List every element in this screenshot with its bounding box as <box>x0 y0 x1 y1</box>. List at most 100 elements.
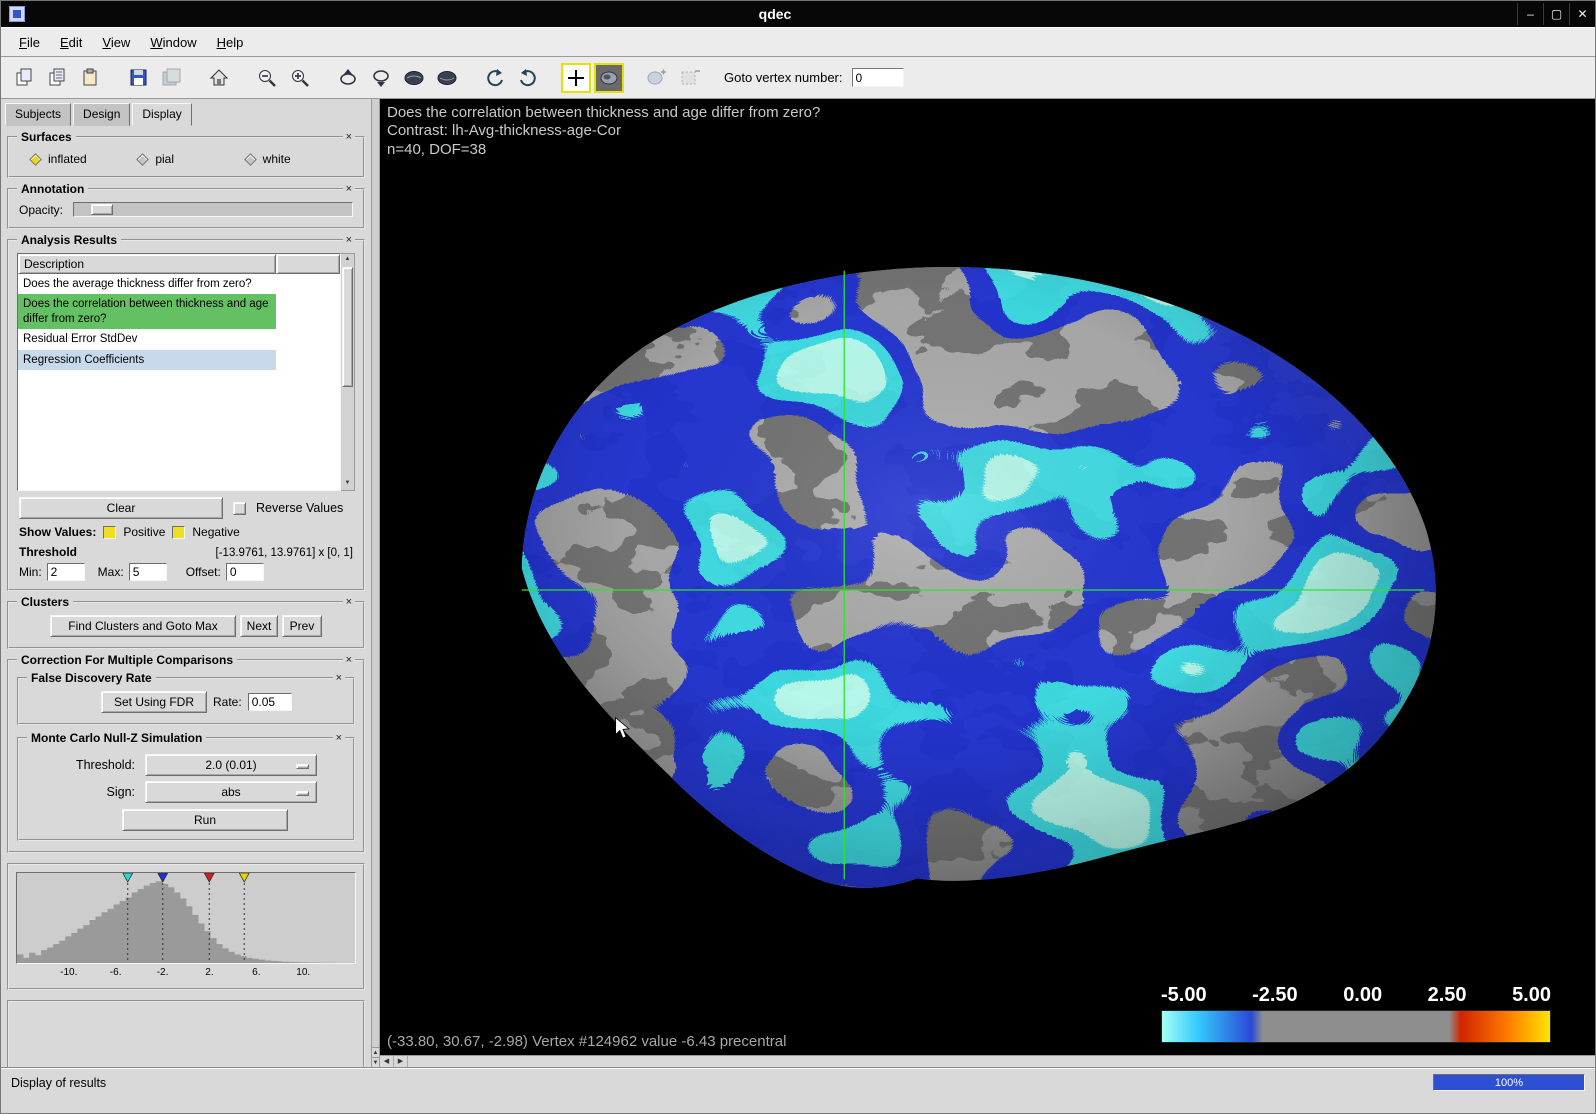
panel-scrollbar[interactable]: ▲ ▼ <box>371 99 380 1067</box>
negative-checkbox[interactable] <box>172 526 185 539</box>
result-row-label: Does the correlation between thickness a… <box>18 294 276 329</box>
tab-subjects[interactable]: Subjects <box>5 103 71 126</box>
toolbar: Goto vertex number: <box>1 57 1595 99</box>
max-input[interactable] <box>129 563 167 581</box>
table-scrollbar[interactable]: ▲ ▼ <box>341 253 355 491</box>
min-input[interactable] <box>47 563 85 581</box>
rotate-right-view-icon <box>436 69 458 87</box>
panel-scroll-down-icon[interactable]: ▼ <box>372 1057 379 1067</box>
column-header-description[interactable]: Description <box>18 254 276 274</box>
colorbar-label: 0.00 <box>1343 984 1382 1007</box>
table-row[interactable]: Residual Error StdDev <box>18 329 340 349</box>
histogram-tick-label: 10. <box>296 967 310 978</box>
copy-layout-button[interactable] <box>42 63 72 93</box>
rotate-down-button[interactable] <box>366 63 396 93</box>
frame-close-icon[interactable]: × <box>343 131 355 143</box>
rate-input[interactable] <box>248 693 292 711</box>
hscroll-right-icon[interactable]: ▶ <box>394 1056 408 1067</box>
frame-close-icon[interactable]: × <box>343 596 355 608</box>
frame-close-icon[interactable]: × <box>333 672 345 684</box>
rotate-right-view-button[interactable] <box>432 63 462 93</box>
panel-scroll-up-icon[interactable]: ▲ <box>372 1047 379 1057</box>
results-table: Description Does the average thickness d… <box>17 253 341 491</box>
table-row-selected[interactable]: Does the correlation between thickness a… <box>18 294 340 329</box>
zoom-out-button[interactable] <box>252 63 282 93</box>
menu-file[interactable]: File <box>9 31 50 54</box>
scroll-thumb[interactable] <box>342 267 353 387</box>
reverse-values-checkbox[interactable] <box>233 502 246 515</box>
histogram-tick-label: -10. <box>60 967 77 978</box>
positive-checkbox[interactable] <box>103 526 116 539</box>
undo-rotate-button[interactable] <box>480 63 510 93</box>
clear-button[interactable]: Clear <box>19 497 223 519</box>
surface-select-tool-button[interactable] <box>594 63 624 93</box>
mc-sign-dropdown[interactable]: abs <box>145 781 317 803</box>
surface-option-inflated[interactable]: inflated <box>31 152 132 166</box>
progress-label: 100% <box>1434 1075 1584 1090</box>
contrast-text: Contrast: lh-Avg-thickness-age-Cor <box>387 122 820 140</box>
table-row[interactable]: Regression Coefficients <box>18 350 340 370</box>
redo-rotate-button[interactable] <box>513 63 543 93</box>
surface-label: inflated <box>48 152 87 166</box>
rotate-left-view-button[interactable] <box>399 63 429 93</box>
surface-option-white[interactable]: white <box>246 152 347 166</box>
prev-cluster-button[interactable]: Prev <box>282 615 322 637</box>
histogram-plot[interactable] <box>16 872 356 964</box>
crosshair-tool-button[interactable] <box>561 63 591 93</box>
close-button[interactable]: ✕ <box>1569 3 1595 25</box>
tab-display[interactable]: Display <box>132 103 191 126</box>
brain-render <box>380 99 1595 1055</box>
menu-window[interactable]: Window <box>140 31 206 54</box>
offset-input[interactable] <box>226 563 264 581</box>
maximize-button[interactable]: ▢ <box>1543 3 1569 25</box>
result-row-label: Regression Coefficients <box>18 350 276 370</box>
next-cluster-button[interactable]: Next <box>240 615 278 637</box>
frame-close-icon[interactable]: × <box>343 654 355 666</box>
frame-close-icon[interactable]: × <box>333 732 345 744</box>
mc-threshold-dropdown[interactable]: 2.0 (0.01) <box>145 754 317 776</box>
add-marker-button[interactable] <box>642 63 672 93</box>
viewport-hscrollbar[interactable]: ◀ ▶ <box>380 1055 1595 1067</box>
opacity-slider[interactable] <box>73 202 353 217</box>
copy-view-button[interactable] <box>9 63 39 93</box>
save-all-icon <box>162 68 181 87</box>
rotate-up-button[interactable] <box>333 63 363 93</box>
menu-view[interactable]: View <box>92 31 140 54</box>
frame-close-icon[interactable]: × <box>343 183 355 195</box>
scroll-up-icon[interactable]: ▲ <box>341 254 354 266</box>
save-all-button[interactable] <box>156 63 186 93</box>
offset-label: Offset: <box>186 565 221 579</box>
titlebar: qdec – ▢ ✕ <box>1 1 1595 27</box>
scroll-down-icon[interactable]: ▼ <box>341 478 354 490</box>
table-row[interactable]: Does the average thickness differ from z… <box>18 274 340 294</box>
colorbar-label: -5.00 <box>1161 984 1207 1007</box>
undo-rotate-icon <box>485 68 505 88</box>
frame-close-icon[interactable]: × <box>343 234 355 246</box>
goto-vertex-label: Goto vertex number: <box>724 70 843 85</box>
opacity-slider-handle[interactable] <box>91 204 113 215</box>
zoom-in-icon <box>290 68 310 88</box>
home-button[interactable] <box>204 63 234 93</box>
result-row-label: Does the average thickness differ from z… <box>18 274 276 294</box>
tab-design[interactable]: Design <box>73 103 130 126</box>
set-using-fdr-button[interactable]: Set Using FDR <box>101 691 207 713</box>
goto-vertex-input[interactable] <box>852 68 904 87</box>
run-simulation-button[interactable]: Run <box>122 809 288 831</box>
save-button[interactable] <box>123 63 153 93</box>
fdr-title: False Discovery Rate <box>27 671 156 685</box>
zoom-in-button[interactable] <box>285 63 315 93</box>
column-header-empty[interactable] <box>276 254 340 274</box>
hscroll-left-icon[interactable]: ◀ <box>380 1056 394 1067</box>
surface-label: pial <box>155 152 174 166</box>
analysis-results-title: Analysis Results <box>17 233 121 247</box>
clear-marker-button[interactable] <box>675 63 705 93</box>
menu-edit[interactable]: Edit <box>50 31 92 54</box>
surface-option-pial[interactable]: pial <box>138 152 239 166</box>
paste-view-button[interactable] <box>75 63 105 93</box>
brain-viewport[interactable]: Does the correlation between thickness a… <box>380 99 1595 1055</box>
paste-view-icon <box>81 68 100 87</box>
redo-rotate-icon <box>518 68 538 88</box>
minimize-button[interactable]: – <box>1517 3 1543 25</box>
menu-help[interactable]: Help <box>207 31 254 54</box>
find-clusters-button[interactable]: Find Clusters and Goto Max <box>50 615 236 637</box>
